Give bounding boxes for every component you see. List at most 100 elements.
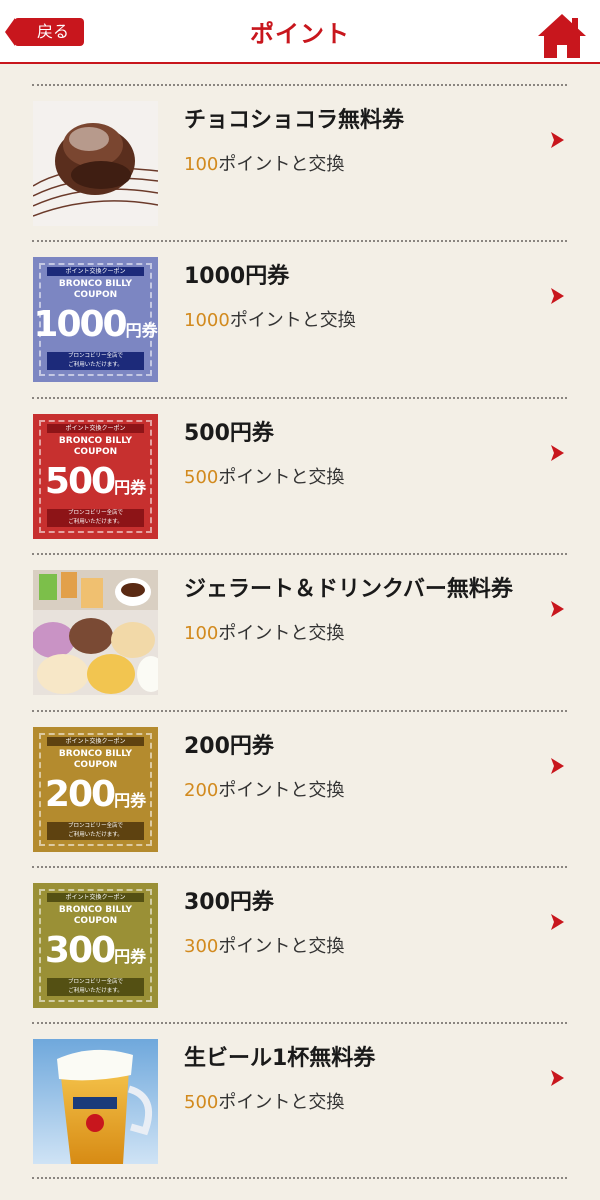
- points-suffix: ポイントと交換: [218, 623, 345, 645]
- coupon-amount-unit: 円券: [125, 321, 158, 341]
- coupon-amount: 500円券: [33, 461, 158, 502]
- coupon-top-label: ポイント交換クーポン: [47, 736, 144, 746]
- coupon-brand: BRONCO BILLY COUPON: [33, 905, 158, 927]
- coupon-bottom-note: ブロンコビリー全店で ご利用いただけます。: [47, 977, 144, 996]
- points-suffix: ポイントと交換: [218, 154, 345, 175]
- reward-points-text: 100ポイントと交換: [184, 150, 344, 176]
- coupon-note-line1: ブロンコビリー全店で: [67, 509, 123, 516]
- points-value: 200: [184, 779, 219, 801]
- reward-thumbnail: ポイント交換クーポン BRONCO BILLY COUPON 500円券 ブロン…: [33, 413, 158, 539]
- reward-thumbnail: ポイント交換クーポン BRONCO BILLY COUPON 1000円券 ブロ…: [33, 257, 158, 383]
- coupon-note-line2: ご利用いただけます。: [68, 362, 123, 369]
- chevron-right-icon[interactable]: [548, 757, 566, 775]
- reward-list-item[interactable]: チョコショコラ無料券 100ポイントと交換: [32, 84, 567, 240]
- page-title: ポイント: [250, 20, 350, 48]
- reward-list-item[interactable]: ジェラート＆ドリンクバー無料券 100ポイントと交換: [32, 553, 567, 709]
- points-suffix: ポイントと交換: [218, 779, 345, 801]
- coupon-note-line2: ご利用いただけます。: [68, 831, 123, 838]
- reward-title: 200円券: [184, 733, 274, 759]
- coupon-brand: BRONCO BILLY COUPON: [33, 436, 158, 458]
- gelato-drink-image: [33, 570, 158, 696]
- chevron-right-icon[interactable]: [548, 1069, 566, 1087]
- coupon-brand-line2: COUPON: [73, 915, 118, 926]
- points-value: 300: [184, 935, 219, 957]
- reward-thumbnail: [33, 1039, 158, 1165]
- reward-thumbnail: [33, 570, 158, 696]
- reward-list-item[interactable]: ポイント交換クーポン BRONCO BILLY COUPON 200円券 ブロン…: [32, 709, 567, 866]
- coupon-brand-line2: COUPON: [73, 446, 118, 457]
- points-suffix: ポイントと交換: [218, 1092, 345, 1114]
- coupon-amount-unit: 円券: [114, 790, 147, 810]
- reward-title: 生ビール1杯無料券: [184, 1046, 376, 1072]
- coupon-brand: BRONCO BILLY COUPON: [33, 749, 158, 771]
- reward-list-item[interactable]: ポイント交換クーポン BRONCO BILLY COUPON 500円券 ブロン…: [32, 396, 567, 553]
- reward-thumbnail: [33, 101, 158, 226]
- reward-title: チョコショコラ無料券: [184, 108, 405, 133]
- coupon-top-label: ポイント交換クーポン: [47, 892, 144, 902]
- chevron-right-icon[interactable]: [548, 600, 566, 618]
- points-value: 100: [184, 154, 219, 175]
- coupon-amount: 1000円券: [33, 304, 158, 345]
- chevron-right-icon[interactable]: [548, 444, 566, 462]
- coupon-amount-number: 500: [44, 460, 116, 502]
- coupon-bottom-note: ブロンコビリー全店で ご利用いただけます。: [47, 821, 144, 840]
- coupon-note-line2: ご利用いただけます。: [68, 987, 123, 994]
- coupon-brand-line1: BRONCO BILLY: [58, 904, 133, 915]
- reward-thumbnail: ポイント交換クーポン BRONCO BILLY COUPON 300円券 ブロン…: [33, 882, 158, 1008]
- reward-points-text: 300ポイントと交換: [184, 932, 344, 958]
- coupon-image: ポイント交換クーポン BRONCO BILLY COUPON 300円券 ブロン…: [33, 882, 158, 1008]
- coupon-amount: 300円券: [33, 930, 158, 971]
- reward-title: 300円券: [184, 889, 274, 915]
- chevron-right-icon[interactable]: [548, 913, 566, 931]
- reward-list-item[interactable]: ポイント交換クーポン BRONCO BILLY COUPON 300円券 ブロン…: [32, 865, 567, 1022]
- coupon-amount: 200円券: [33, 774, 158, 815]
- coupon-note-line2: ご利用いただけます。: [68, 518, 123, 525]
- reward-title: 1000円券: [184, 264, 290, 290]
- coupon-brand-line1: BRONCO BILLY: [58, 279, 133, 290]
- points-value: 500: [184, 466, 219, 488]
- coupon-brand-line1: BRONCO BILLY: [58, 435, 133, 446]
- coupon-note-line1: ブロンコビリー全店で: [67, 822, 123, 829]
- coupon-image: ポイント交換クーポン BRONCO BILLY COUPON 1000円券 ブロ…: [33, 257, 158, 383]
- points-suffix: ポイントと交換: [218, 466, 345, 488]
- reward-thumbnail: ポイント交換クーポン BRONCO BILLY COUPON 200円券 ブロン…: [33, 726, 158, 852]
- coupon-amount-unit: 円券: [114, 477, 147, 497]
- coupon-bottom-note: ブロンコビリー全店で ご利用いただけます。: [47, 508, 144, 527]
- points-value: 500: [184, 1092, 219, 1114]
- reward-list: チョコショコラ無料券 100ポイントと交換 ポイント交換クーポン BRONCO …: [32, 84, 567, 1179]
- coupon-brand: BRONCO BILLY COUPON: [33, 279, 158, 301]
- coupon-image: ポイント交換クーポン BRONCO BILLY COUPON 200円券 ブロン…: [33, 726, 158, 852]
- reward-points-text: 200ポイントと交換: [184, 776, 344, 802]
- reward-points-text: 500ポイントと交換: [184, 463, 344, 489]
- chevron-right-icon[interactable]: [548, 131, 566, 149]
- reward-points-text: 1000ポイントと交換: [184, 306, 356, 332]
- coupon-brand-line2: COUPON: [73, 759, 118, 770]
- coupon-amount-unit: 円券: [114, 946, 147, 966]
- coupon-amount-number: 300: [44, 929, 116, 971]
- coupon-top-label: ポイント交換クーポン: [47, 423, 144, 433]
- header-bar: 戻る ポイント: [0, 0, 600, 64]
- home-icon[interactable]: [536, 12, 588, 60]
- reward-points-text: 500ポイントと交換: [184, 1088, 344, 1114]
- coupon-amount-number: 200: [44, 773, 116, 815]
- coupon-image: ポイント交換クーポン BRONCO BILLY COUPON 500円券 ブロン…: [33, 413, 158, 539]
- beer-image: [33, 1039, 158, 1165]
- reward-list-item[interactable]: ポイント交換クーポン BRONCO BILLY COUPON 1000円券 ブロ…: [32, 240, 567, 396]
- points-suffix: ポイントと交換: [218, 935, 345, 957]
- points-value: 1000: [184, 310, 230, 332]
- reward-title: 500円券: [184, 420, 274, 446]
- coupon-top-label: ポイント交換クーポン: [47, 267, 144, 277]
- points-value: 100: [184, 623, 219, 645]
- coupon-note-line1: ブロンコビリー全店で: [67, 353, 123, 360]
- chevron-right-icon[interactable]: [548, 287, 566, 305]
- reward-title: ジェラート＆ドリンクバー無料券: [184, 577, 513, 603]
- coupon-bottom-note: ブロンコビリー全店で ご利用いただけます。: [47, 352, 144, 371]
- coupon-amount-number: 1000: [33, 304, 127, 346]
- reward-points-text: 100ポイントと交換: [184, 619, 344, 645]
- reward-list-item[interactable]: 生ビール1杯無料券 500ポイントと交換: [32, 1022, 567, 1179]
- points-suffix: ポイントと交換: [229, 310, 356, 332]
- coupon-note-line1: ブロンコビリー全店で: [67, 978, 123, 985]
- coupon-brand-line2: COUPON: [73, 290, 118, 301]
- chocolate-dessert-image: [33, 101, 158, 226]
- coupon-brand-line1: BRONCO BILLY: [58, 748, 133, 759]
